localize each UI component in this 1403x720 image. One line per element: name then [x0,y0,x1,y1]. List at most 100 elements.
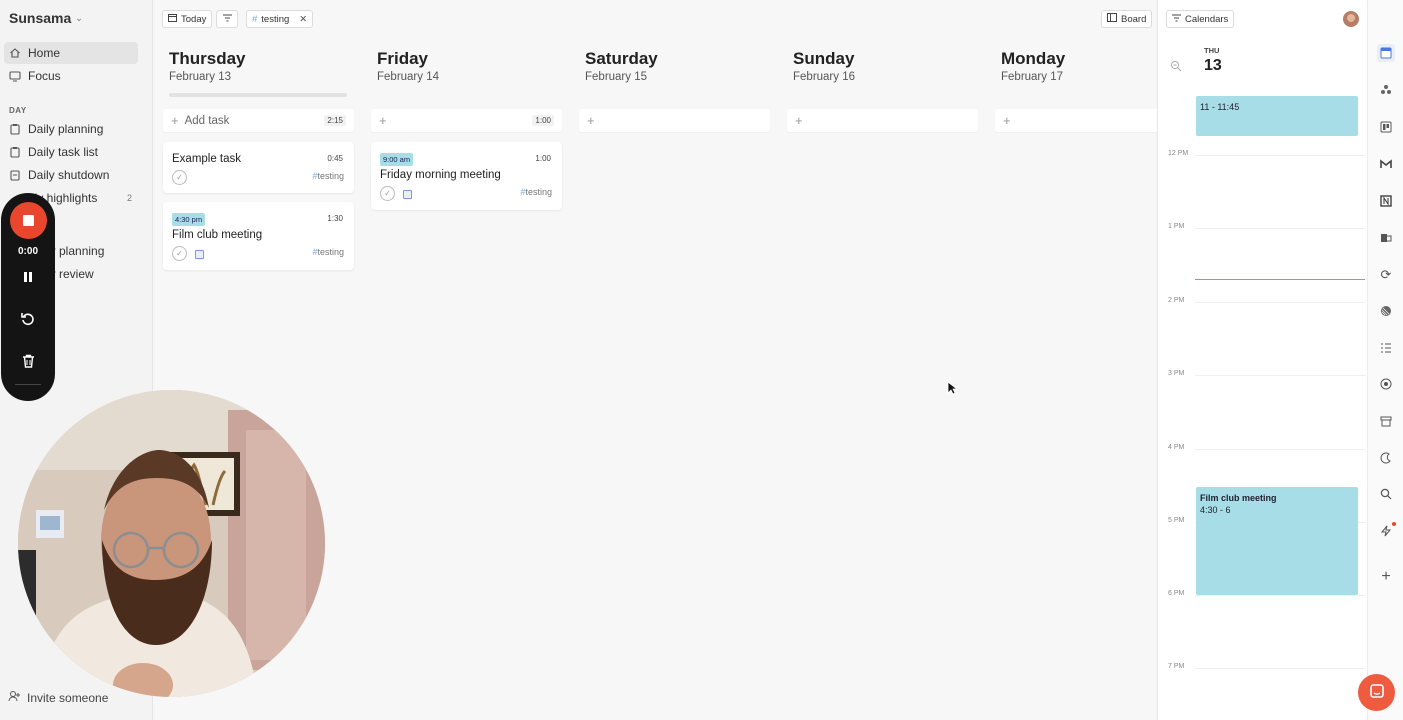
hour-row: 12 PM [1158,150,1368,157]
planned-time-total: 1:00 [532,115,554,126]
complete-checkbox[interactable]: ✓ [172,170,187,185]
avatar[interactable] [1343,11,1359,27]
stop-recording-button[interactable] [10,202,47,239]
add-task-button[interactable]: + [579,109,770,132]
chat-support-button[interactable] [1358,674,1395,711]
notification-dot [1392,522,1396,526]
nav-focus[interactable]: Focus [4,65,138,87]
recorder-widget: 0:00 [1,193,55,401]
calendar-event-morning[interactable]: 11 - 11:45 [1196,96,1358,136]
list-icon[interactable] [1377,339,1395,357]
nav-daily-task-list[interactable]: Daily task list [4,141,138,163]
day-name: Thursday [169,49,246,68]
workspace-switcher[interactable]: Sunsama ⌄ [9,10,83,26]
pause-icon [24,272,32,282]
task-card-example[interactable]: Example task 0:45 ✓ #testing [163,142,354,193]
task-duration: 1:00 [535,154,551,163]
day-name: Sunday [793,49,855,68]
task-duration: 0:45 [327,154,343,163]
add-integration-icon[interactable]: + [1377,568,1395,586]
complete-checkbox[interactable]: ✓ [172,246,187,261]
theme-icon[interactable] [1377,449,1395,467]
day-progress-bar [169,93,347,97]
nav-item-label: ly planning [47,244,105,258]
delete-recording-button[interactable] [1,354,55,368]
today-button[interactable]: Today [162,10,213,28]
filter-button[interactable] [216,10,238,28]
hour-label: 4 PM [1168,444,1185,451]
channel-filter-chip[interactable]: # testing ✕ [246,10,314,28]
complete-checkbox[interactable]: ✓ [380,186,395,201]
add-task-button[interactable]: + [995,109,1157,132]
nav-item-label: Daily planning [28,122,104,136]
day-date: February 15 [585,71,648,83]
task-title: Friday morning meeting [380,169,501,181]
event-time: 11 - 11:45 [1200,102,1240,112]
add-user-icon [8,690,21,705]
restart-button[interactable] [1,311,55,327]
plus-icon: + [171,113,179,128]
calendar-event-film-club[interactable]: Film club meeting 4:30 - 6 [1196,487,1358,595]
nav-item-label: Daily shutdown [28,168,110,182]
nav-item-label: Daily task list [28,145,99,159]
google-calendar-icon[interactable] [1377,44,1395,62]
task-card-friday-meeting[interactable]: 9:00 am 1:00 Friday morning meeting ✓ #t… [371,142,562,210]
linear-icon[interactable] [1377,302,1395,320]
sync-icon[interactable]: ⟳ [1377,266,1395,284]
plus-icon: + [1003,113,1011,128]
task-channel-tag: #testing [520,187,552,197]
hour-label: 2 PM [1168,297,1185,304]
channel-filter-label: testing [261,13,290,25]
archive-icon[interactable] [1377,412,1395,430]
add-task-button[interactable]: + Add task 2:15 [163,109,354,132]
nav-home-label: Home [28,46,61,60]
plus-icon: + [379,113,387,128]
board-view-button[interactable]: Board [1101,10,1153,28]
nav-home[interactable]: Home [4,42,138,64]
add-task-button[interactable]: + 1:00 [371,109,562,132]
hour-label: 1 PM [1168,223,1185,230]
recording-timer: 0:00 [17,246,38,257]
zoom-out-icon[interactable] [1170,60,1182,75]
workspace-name: Sunsama [9,10,72,26]
target-icon[interactable] [1377,375,1395,393]
day-date: February 16 [793,71,856,83]
nav-daily-shutdown[interactable]: Daily shutdown [4,164,138,186]
task-duration: 1:30 [327,214,343,223]
pause-button[interactable] [1,271,55,283]
clipboard-icon [9,146,21,158]
trello-icon[interactable] [1377,118,1395,136]
add-task-button[interactable]: + [787,109,978,132]
lightning-icon[interactable] [1377,522,1396,540]
google-calendar-icon [195,250,204,259]
gmail-icon[interactable] [1377,155,1395,173]
invite-someone-button[interactable]: Invite someone [8,690,108,705]
task-channel: testing [317,247,344,257]
close-icon[interactable]: ✕ [299,14,307,25]
restart-icon [21,313,34,326]
calendars-button[interactable]: Calendars [1166,10,1235,28]
nav-daily-planning[interactable]: Daily planning [4,118,138,140]
outlook-icon[interactable] [1377,229,1395,247]
divider [15,384,41,385]
plus-icon: + [795,113,803,128]
hour-label: 5 PM [1168,517,1185,524]
mouse-cursor-icon [947,381,957,395]
webcam-feed-image [18,390,325,697]
board-label: Board [1121,13,1147,25]
task-card-film-club[interactable]: 4:30 pm 1:30 Film club meeting ✓ #testin… [163,202,354,270]
filter-icon [1172,14,1181,25]
webcam-bubble[interactable] [18,390,325,697]
today-label: Today [181,13,207,25]
hour-row: 6 PM [1158,590,1368,597]
plus-icon: + [587,113,595,128]
notion-icon[interactable] [1377,192,1395,210]
hour-row: 7 PM [1158,663,1368,670]
calendar-icon [168,13,177,25]
asana-icon[interactable] [1377,81,1395,99]
hour-label: 3 PM [1168,370,1185,377]
section-day-label: DAY [9,106,27,115]
search-icon[interactable] [1377,485,1395,503]
task-channel-tag: #testing [312,171,344,181]
task-start-time-badge: 9:00 am [380,153,414,166]
